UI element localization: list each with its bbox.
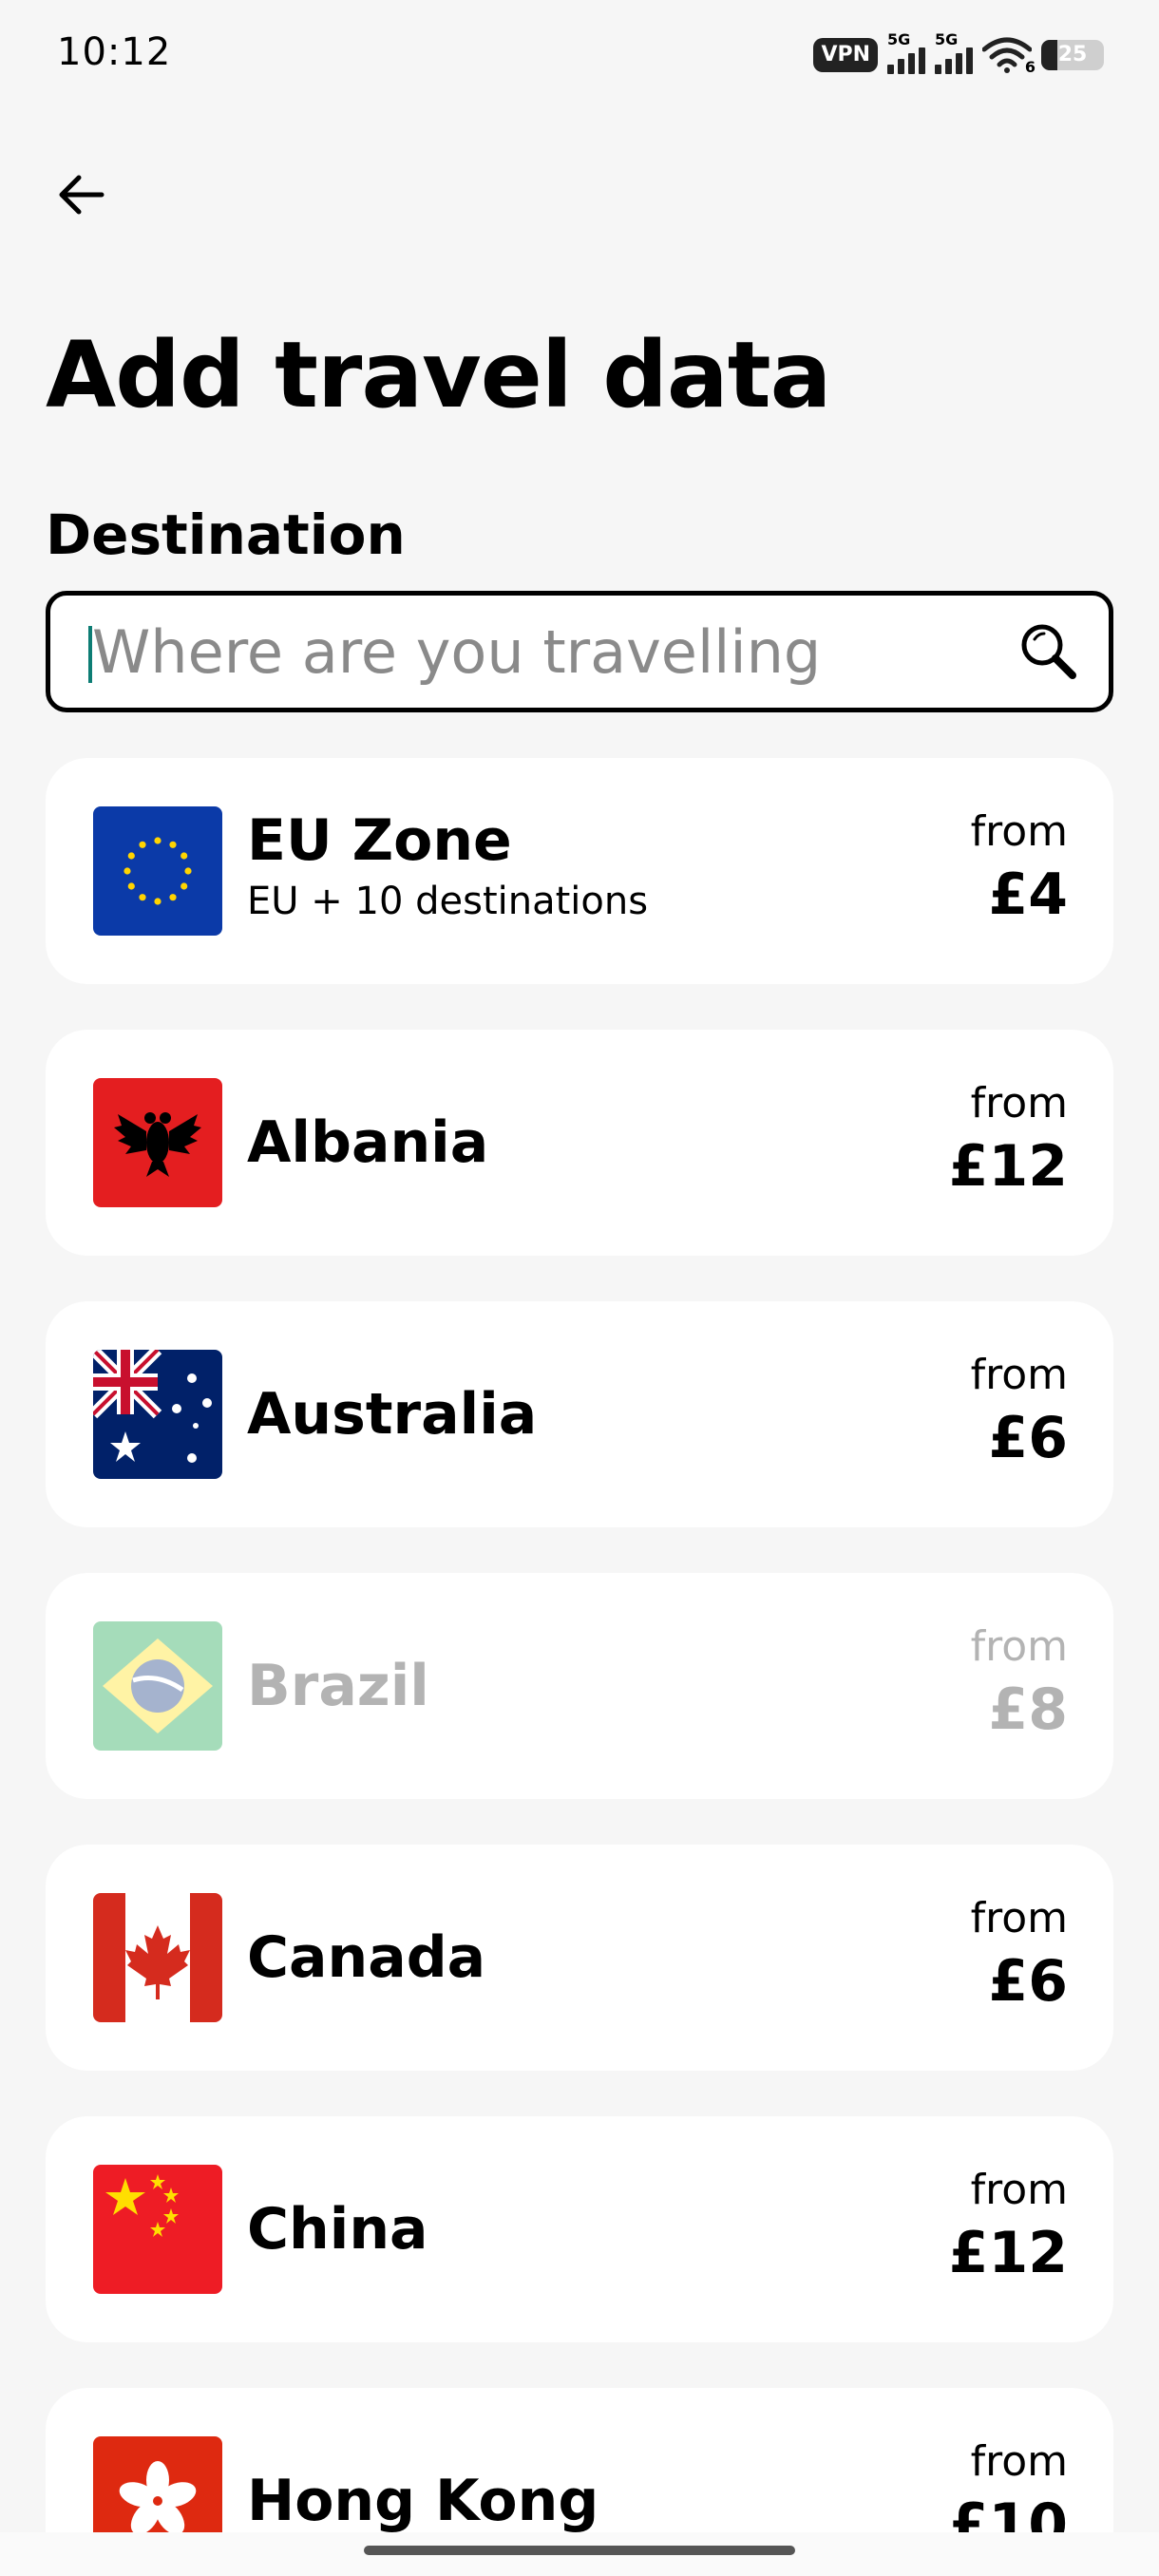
destination-subtitle: EU + 10 destinations (247, 880, 649, 923)
destination-label: Destination (46, 502, 406, 567)
battery-icon: 25 (1041, 40, 1104, 70)
search-icon[interactable] (1016, 618, 1082, 685)
home-indicator[interactable] (364, 2546, 795, 2555)
price-value: £4 (988, 862, 1069, 928)
status-icons: VPN 5G 5G 6 25 (813, 32, 1104, 76)
page-title: Add travel data (46, 322, 831, 428)
destination-name: Hong Kong (247, 2468, 599, 2534)
status-bar: 10:12 VPN 5G 5G 6 25 (0, 0, 1159, 114)
status-time: 10:12 (57, 30, 172, 74)
network-type-label-2: 5G (935, 30, 959, 48)
price-from-label: from (970, 1894, 1068, 1942)
search-input[interactable] (92, 609, 1004, 694)
price-value: £6 (988, 1405, 1069, 1471)
navigation-bar (0, 2532, 1159, 2576)
price-value: £8 (988, 1676, 1069, 1743)
wifi-icon: 6 (981, 36, 1036, 76)
arrow-left-icon (59, 175, 104, 215)
destination-card-china[interactable]: China from £12 (46, 2116, 1113, 2342)
destination-name: EU Zone (247, 807, 512, 874)
search-box[interactable] (46, 591, 1113, 712)
canada-flag-icon (93, 1893, 222, 2022)
brazil-flag-icon (93, 1621, 222, 1751)
price-from-label: from (970, 1622, 1068, 1671)
network-type-label: 5G (887, 30, 911, 48)
china-flag-icon (93, 2165, 222, 2294)
vpn-badge: VPN (813, 38, 878, 72)
wifi-band-label: 6 (1024, 58, 1036, 76)
destination-card-brazil[interactable]: Brazil from £8 (46, 1573, 1113, 1799)
price-from-label: from (970, 2166, 1068, 2214)
destination-name: Brazil (247, 1653, 429, 1719)
destination-card-canada[interactable]: Canada from £6 (46, 1845, 1113, 2071)
back-button[interactable] (38, 152, 124, 237)
cellular-signal-icon: 5G (887, 32, 925, 74)
price-from-label: from (970, 1351, 1068, 1399)
cellular-signal-icon-2: 5G (935, 32, 973, 74)
eu-flag-icon (93, 806, 222, 936)
price-from-label: from (970, 807, 1068, 856)
price-value: £12 (948, 2220, 1068, 2286)
price-value: £12 (948, 1133, 1068, 1200)
destination-name: Canada (247, 1924, 486, 1991)
price-from-label: from (970, 1079, 1068, 1127)
destination-card-australia[interactable]: Australia from £6 (46, 1301, 1113, 1527)
destination-name: Albania (247, 1109, 489, 1176)
destination-name: China (247, 2196, 428, 2263)
battery-level: 25 (1057, 43, 1088, 66)
price-value: £6 (988, 1948, 1069, 2015)
app-screen: 10:12 VPN 5G 5G 6 25 Add travel data Des… (0, 0, 1159, 2576)
destination-card-eu-zone[interactable]: EU Zone EU + 10 destinations from £4 (46, 758, 1113, 984)
destination-card-albania[interactable]: Albania from £12 (46, 1030, 1113, 1256)
albania-flag-icon (93, 1078, 222, 1207)
destination-name: Australia (247, 1381, 538, 1448)
australia-flag-icon (93, 1350, 222, 1479)
price-from-label: from (970, 2437, 1068, 2486)
